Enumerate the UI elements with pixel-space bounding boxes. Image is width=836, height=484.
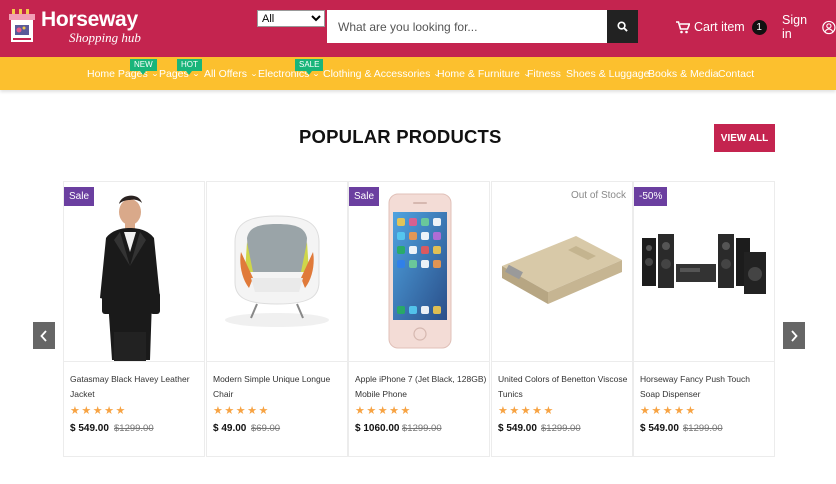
category-select[interactable]: All [257,10,325,27]
signin-label: Sign in [782,13,808,41]
rating-stars: ★★★★★ [498,405,555,417]
chair-image [207,182,347,361]
chevron-left-icon [40,329,47,342]
chevron-down-icon: ⌄ [150,71,159,78]
nav-item-pages[interactable]: HOT Pages ⌄ [159,59,202,80]
product-image[interactable] [349,182,489,361]
product-card[interactable]: Sale Apple iPhone 7 (Jet Black, 128GB) M… [348,181,490,457]
nav-label: Fitness [527,68,561,80]
site-header: Horseway Shopping hub All Cart item 1 Si… [0,0,836,57]
rating-stars: ★★★★★ [70,405,127,417]
carousel-prev-button[interactable] [33,322,55,349]
product-old-price: $1299.00 [114,423,154,434]
rating-stars: ★★★★★ [355,405,412,417]
nav-label: Home & Furniture [437,68,520,80]
rating-stars: ★★★★★ [213,405,270,417]
product-image[interactable] [207,182,347,361]
product-card[interactable]: -50% Horseway Fancy Push Touch Soap Disp… [633,181,775,457]
cart-label: Cart item [694,20,745,34]
cart-count-badge: 1 [751,19,767,35]
main-nav: NEW Home Pages ⌄ HOT Pages ⌄ All Offers ⌄ S… [0,57,836,90]
speaker-image [634,182,774,361]
carousel-next-button[interactable] [783,322,805,349]
nav-item-books-media[interactable]: Books & Media [648,68,719,80]
product-price: $ 549.00 [70,423,109,434]
product-old-price: $69.00 [251,423,281,434]
product-name[interactable]: Apple iPhone 7 (Jet Black, 128GB) Mobile… [355,372,487,401]
search-icon [617,21,628,32]
nav-label: All Offers [204,68,247,80]
signin-link[interactable]: Sign in [782,13,836,41]
nav-label: Contact [718,68,755,80]
nav-item-shoes-luggage[interactable]: Shoes & Luggage [566,68,650,80]
search-input[interactable] [327,10,607,43]
rating-stars: ★★★★★ [640,405,697,417]
card-divider [634,361,774,362]
card-divider [207,361,347,362]
section-title: POPULAR PRODUCTS [299,126,502,147]
nav-item-fitness[interactable]: Fitness [527,68,561,80]
nav-label: Shoes & Luggage [566,68,650,80]
logo-subtitle: Shopping hub [69,30,141,45]
chevron-right-icon [791,329,798,342]
discount-badge: -50% [634,187,668,206]
product-price: $ 549.00 [640,423,679,434]
product-card[interactable]: Modern Simple Unique Longue Chair ★★★★★ … [206,181,348,457]
jacket-image [64,182,204,361]
product-price: $ 1060.00 [355,423,400,434]
nav-item-electronics[interactable]: SALE Electronics ⌄ [258,59,324,80]
product-price: $ 549.00 [498,423,537,434]
nav-item-home-furniture[interactable]: Home & Furniture ⌄ [437,68,531,80]
chevron-down-icon: ⌄ [312,71,321,78]
product-card[interactable]: Sale Gatasmay Black Havey Leather Jacket… [63,181,205,457]
nav-label: Clothing & Accessories [323,68,431,80]
product-name[interactable]: Gatasmay Black Havey Leather Jacket [70,372,202,401]
chevron-down-icon: ⌄ [191,71,200,78]
store-logo-icon [9,9,35,42]
card-divider [492,361,632,362]
product-name[interactable]: Horseway Fancy Push Touch Soap Dispenser [640,372,772,401]
card-divider [64,361,204,362]
cart-link[interactable]: Cart item 1 [676,17,767,37]
product-image[interactable] [634,182,774,361]
view-all-button[interactable]: VIEW ALL [714,124,775,152]
product-old-price: $1299.00 [402,423,442,434]
product-name[interactable]: Modern Simple Unique Longue Chair [213,372,345,401]
card-divider [349,361,489,362]
logo[interactable]: Horseway Shopping hub [9,8,144,48]
product-image[interactable] [492,182,632,361]
nav-item-contact[interactable]: Contact [718,68,754,80]
phone-image [349,182,489,361]
user-icon [822,20,836,34]
nav-item-all-offers[interactable]: All Offers ⌄ [204,68,259,80]
product-price: $ 49.00 [213,423,247,434]
sale-badge: Sale [64,187,95,206]
product-card[interactable]: Out of Stock United Colors of Benetton V… [491,181,633,457]
logo-title: Horseway [41,8,138,31]
cart-icon [676,20,690,33]
out-of-stock-label: Out of Stock [570,190,626,201]
sale-badge: Sale [349,187,380,206]
nav-label: Books & Media [648,68,719,80]
product-image[interactable] [64,182,204,361]
search-button[interactable] [607,10,638,43]
nav-item-home-pages[interactable]: NEW Home Pages ⌄ [87,59,159,80]
usb-drive-image [492,182,632,361]
product-old-price: $1299.00 [541,423,581,434]
product-name[interactable]: United Colors of Benetton Viscose Tunics [498,372,630,401]
chevron-down-icon: ⌄ [249,71,259,78]
product-old-price: $1299.00 [683,423,723,434]
nav-item-clothing[interactable]: Clothing & Accessories ⌄ [323,68,441,80]
